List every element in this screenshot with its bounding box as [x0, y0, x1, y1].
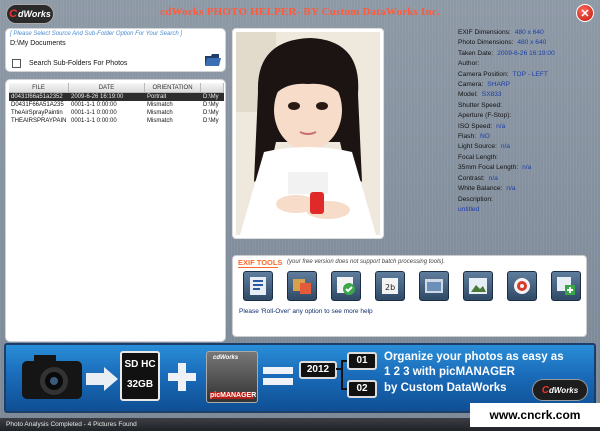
exif-tools-panel: EXIF TOOLS (your free version does not s…: [232, 255, 587, 337]
file-list-panel: FILE DATE ORIENTATION d0431f66a51a2352 2…: [5, 79, 226, 406]
column-header-file[interactable]: FILE: [9, 83, 69, 92]
exif-row: Light Source: n/a: [458, 143, 511, 151]
site-watermark: www.cncrk.com: [470, 403, 600, 427]
tools-title-underline: [238, 267, 278, 268]
exif-row: Taken Date: 2009-6-26 16:19:00: [458, 49, 555, 57]
photo-preview: [236, 32, 380, 235]
exif-row: ISO Speed: n/a: [458, 122, 506, 130]
title-bar: CdWorks cdWorks PHOTO HELPER- BY Custom …: [0, 0, 600, 26]
column-header-path[interactable]: [201, 83, 224, 92]
search-hint: [ Please Select Source And Sub-Folder Op…: [10, 31, 183, 37]
cell-file: D0431F66A51A235: [11, 102, 64, 108]
exif-row: Flash: NO: [458, 133, 490, 141]
tool-exif-accept-button[interactable]: [331, 271, 361, 301]
convert-icon: [293, 279, 311, 294]
exif-row: untitled: [458, 205, 480, 213]
focus-target-icon: [514, 278, 530, 294]
exif-row: Shutter Speed:: [458, 101, 502, 109]
exif-row: 35mm Focal Length: n/a: [458, 164, 532, 172]
month-folder-01: 01: [347, 352, 377, 370]
search-panel: [ Please Select Source And Sub-Folder Op…: [5, 28, 226, 72]
file-list[interactable]: FILE DATE ORIENTATION d0431f66a51a2352 2…: [9, 83, 224, 330]
subfolder-option[interactable]: Search Sub-Folders For Photos: [12, 59, 127, 68]
list-header: FILE DATE ORIENTATION: [9, 83, 224, 93]
column-header-orientation[interactable]: ORIENTATION: [145, 83, 201, 92]
exif-row: Focal Length:: [458, 153, 498, 161]
exif-row: White Balance: n/a: [458, 185, 516, 193]
sd-card-label: SD HC: [124, 359, 156, 370]
plus-icon: [168, 363, 196, 391]
tool-image-view-button[interactable]: [463, 271, 493, 301]
exif-row: Aperture (F-Stop):: [458, 112, 512, 120]
table-row[interactable]: D0431F66A51A235 0001-1-1 0:00:00 Mismatc…: [9, 101, 224, 109]
tool-add-image-button[interactable]: [551, 271, 581, 301]
cell-date: 0001-1-1 0:00:00: [71, 110, 117, 116]
table-row[interactable]: d0431f66a51a2352 2009-6-26 16:19:00 Port…: [9, 93, 224, 101]
equals-icon: [263, 367, 293, 385]
cell-path: D:\My: [203, 94, 219, 100]
tool-exif-info-button[interactable]: [243, 271, 273, 301]
exif-info-icon: [250, 277, 266, 295]
tool-focus-target-button[interactable]: [507, 271, 537, 301]
subfolder-label: Search Sub-Folders For Photos: [29, 60, 128, 67]
exif-row: Description:: [458, 195, 493, 203]
browse-folder-icon[interactable]: [204, 53, 222, 67]
exif-2b-icon: 2b: [382, 278, 398, 294]
app-title: cdWorks PHOTO HELPER- BY Custom DataWork…: [160, 6, 440, 18]
sd-card-size: 32GB: [126, 379, 154, 390]
exif-row: Contrast: n/a: [458, 174, 498, 182]
app-window: CdWorks cdWorks PHOTO HELPER- BY Custom …: [0, 0, 600, 431]
svg-text:2b: 2b: [385, 283, 395, 292]
exif-info-panel: EXIF Dimensions: 480 x 640 Photo Dimensio…: [458, 28, 598, 215]
exif-row: Camera: SHARP: [458, 81, 511, 89]
exif-row: Camera Position: TOP - LEFT: [458, 70, 548, 78]
table-row[interactable]: THEAIRSPRAYPAIN 0001-1-1 0:00:00 Mismatc…: [9, 117, 224, 125]
picmanager-logo: cdWorks: [213, 355, 239, 361]
close-button[interactable]: ✕: [576, 4, 594, 22]
image-window-icon: [425, 279, 443, 293]
cell-path: D:\My: [203, 110, 219, 116]
cell-file: THEAIRSPRAYPAIN: [11, 118, 67, 124]
picmanager-box-icon: cdWorks picMANAGER: [206, 351, 258, 403]
cell-orientation: Portrait: [147, 94, 167, 100]
exif-row: Author:: [458, 60, 480, 68]
cell-path: D:\My: [203, 118, 219, 124]
banner-logo: CdWorks: [532, 379, 588, 401]
month-folder-02: 02: [347, 380, 377, 398]
cell-orientation: Mismatch: [147, 102, 173, 108]
column-header-date[interactable]: DATE: [69, 83, 145, 92]
exif-row: Photo Dimensions: 480 x 640: [458, 39, 547, 47]
add-image-icon: [557, 277, 575, 295]
tool-image-window-button[interactable]: [419, 271, 449, 301]
tools-note: (your free version does not support batc…: [287, 259, 446, 265]
cell-date: 2009-6-26 16:19:00: [71, 94, 124, 100]
table-row[interactable]: TheAirSprayPaintin 0001-1-1 0:00:00 Mism…: [9, 109, 224, 117]
cell-orientation: Mismatch: [147, 110, 173, 116]
image-view-icon: [469, 278, 487, 294]
cell-file: TheAirSprayPaintin: [11, 110, 63, 116]
exif-accept-icon: [337, 277, 355, 295]
cell-date: 0001-1-1 0:00:00: [71, 118, 117, 124]
cell-orientation: Mismatch: [147, 118, 173, 124]
photo-preview-frame: [232, 28, 384, 239]
tools-title: EXIF TOOLS: [238, 258, 283, 267]
exif-row: EXIF Dimensions: 480 x 640: [458, 29, 544, 36]
tools-help-text: Please 'Roll-Over' any option to see mor…: [239, 308, 373, 315]
camera-icon: [22, 355, 118, 399]
tool-exif-2b-button[interactable]: 2b: [375, 271, 405, 301]
banner-headline-1: Organize your photos as easy as: [384, 351, 564, 363]
picmanager-label: picMANAGER: [210, 392, 257, 399]
cell-date: 0001-1-1 0:00:00: [71, 102, 117, 108]
close-icon: ✕: [580, 7, 590, 20]
banner-headline-3: by Custom DataWorks: [384, 382, 507, 394]
cell-path: D:\My: [203, 102, 219, 108]
cell-file: d0431f66a51a2352: [11, 94, 63, 100]
tool-convert-button[interactable]: [287, 271, 317, 301]
sd-card-icon: SD HC 32GB: [120, 351, 160, 401]
source-path[interactable]: D:\My Documents: [10, 40, 66, 47]
exif-row: Model: SX833: [458, 91, 502, 99]
subfolder-checkbox[interactable]: [12, 59, 21, 68]
banner-headline-2: 1 2 3 with picMANAGER: [384, 366, 515, 378]
year-folder: 2012: [299, 361, 337, 379]
